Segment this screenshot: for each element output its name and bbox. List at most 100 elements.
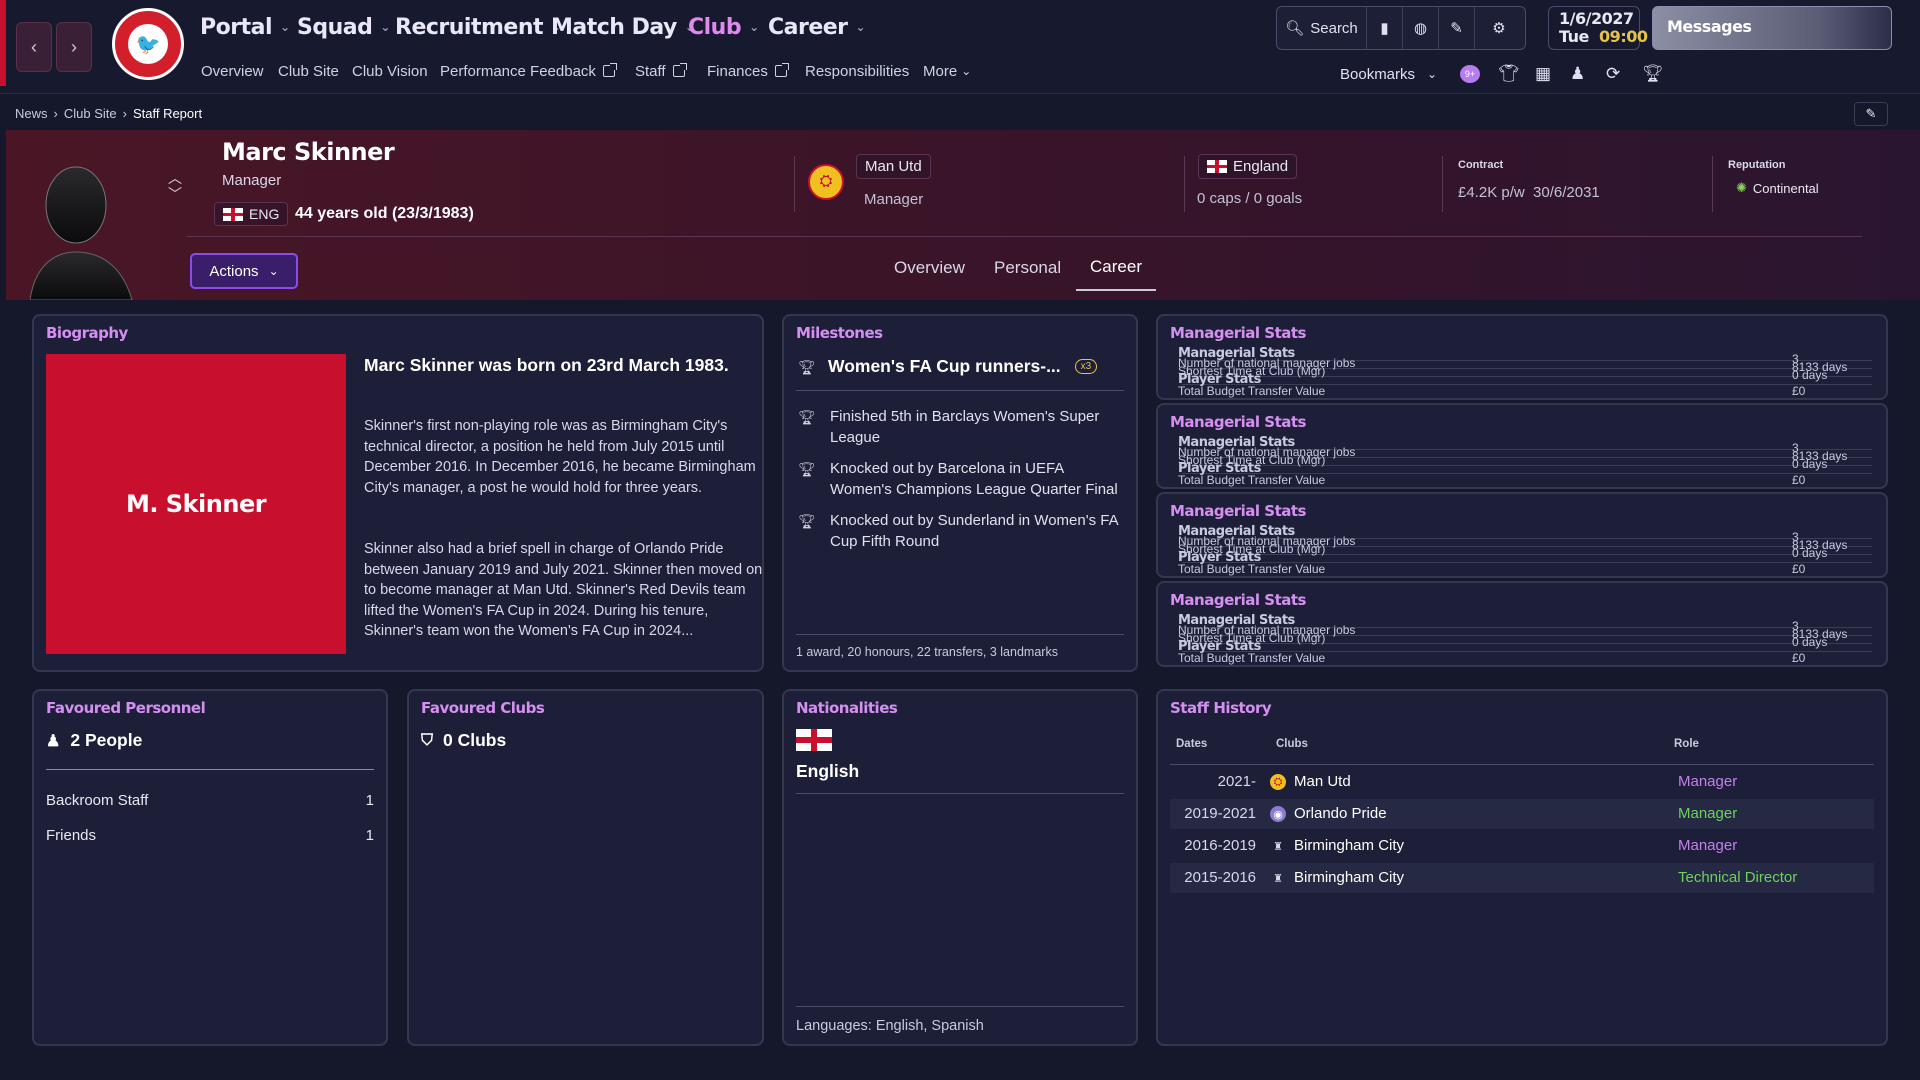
subnav-overview[interactable]: Overview [201,60,264,82]
subnav-club-site[interactable]: Club Site [278,60,339,82]
nationalities-title: Nationalities [796,699,898,717]
milestone-item-text: Knocked out by Sunderland in Women's FA … [830,512,1118,550]
forward-button[interactable]: › [56,22,92,72]
favoured-clubs-title: Favoured Clubs [421,699,545,717]
subnav-responsibilities-label: Responsibilities [805,62,910,80]
shirt-icon: 👕︎ [1498,64,1520,83]
favoured-personnel-title: Favoured Personnel [46,699,206,717]
tab-personal[interactable]: Personal [994,258,1061,278]
club-crest-icon: ♜ [1273,840,1283,853]
chevron-right-icon: › [122,106,127,121]
next-staff-button[interactable]: ﹀ [168,184,182,204]
external-link-icon [774,63,789,77]
chevron-down-icon: ⌄ [268,264,279,278]
nav-squad[interactable]: Squad ⌄ [297,10,390,44]
subnav-staff[interactable]: Staff [635,60,687,82]
tab-overview[interactable]: Overview [894,258,965,278]
list-item-label: Backroom Staff [46,792,149,809]
person-age: 44 years old (23/3/1983) [295,205,474,222]
subnav-performance-feedback[interactable]: Performance Feedback [440,60,617,82]
cell-club[interactable]: Man Utd [1294,773,1351,790]
settings-button[interactable]: ⚙ [1475,7,1523,49]
cell-dates: 2019-2021 [1184,805,1256,822]
bookmark-button[interactable]: ▮ [1367,7,1403,49]
trophy-icon: 🏆︎ [1642,64,1664,83]
nation-club-pill[interactable]: England [1198,154,1298,179]
table-row[interactable]: 2016-2019 ♜ Birmingham City Manager [1170,831,1874,861]
nationality-name: English [796,761,860,781]
tab-career[interactable]: Career [1076,257,1156,291]
nation-pill[interactable]: ENG [214,202,289,226]
column-header-role[interactable]: Role [1674,738,1699,750]
refresh-button[interactable]: ⟳ [1606,62,1620,86]
shield-icon: ⛉ [421,731,434,749]
club-pill[interactable]: Man Utd [856,154,931,179]
divider [796,1006,1124,1007]
divider [796,793,1124,794]
column-header-clubs[interactable]: Clubs [1276,738,1308,750]
chevron-down-icon: ⌄ [380,20,390,34]
stat-value: £0 [1792,562,1806,576]
tab-career-label: Career [1090,257,1142,276]
shirt-button[interactable]: 👕︎ [1498,62,1520,86]
nav-career[interactable]: Career ⌄ [768,10,866,44]
person-silhouette-icon [30,166,133,300]
table-row[interactable]: 2015-2016 ♜ Birmingham City Technical Di… [1170,863,1874,893]
cell-club[interactable]: Birmingham City [1294,869,1404,886]
list-item[interactable]: Backroom Staff 1 [46,792,374,809]
breadcrumb-news[interactable]: News [15,106,48,121]
milestone-item-text: Knocked out by Barcelona in UEFA Women's… [830,460,1118,498]
time-label: 09:00 [1599,27,1648,46]
cell-club[interactable]: Birmingham City [1294,837,1404,854]
cell-club[interactable]: Orlando Pride [1294,805,1387,822]
managerial-stats-title: Managerial Stats [1170,413,1306,431]
nav-match-day[interactable]: Match Day ⌄ [551,10,695,44]
nav-portal[interactable]: Portal ⌄ [200,10,290,44]
chevron-right-icon: › [53,106,58,121]
edit-page-button[interactable]: ✎ [1854,102,1888,126]
nav-recruitment[interactable]: Recruitment ⌄ [395,10,561,44]
subnav-responsibilities[interactable]: Responsibilities [805,60,909,82]
name-card: M. Skinner [46,354,346,654]
divider [794,156,795,212]
subnav-club-vision[interactable]: Club Vision [352,60,428,82]
bookmarks-menu[interactable]: Bookmarks ⌄ [1340,62,1437,86]
tactics-button[interactable]: ▦ [1535,62,1551,86]
chat-icon: 9+ [1460,65,1480,83]
search-button[interactable]: 🔍︎ Search [1277,7,1367,49]
managerial-stats-panel: Managerial Stats Managerial Stats Number… [1156,581,1888,667]
stat-value: 0 days [1792,368,1828,382]
messages-button[interactable]: Messages [1652,6,1892,50]
messages-label: Messages [1667,17,1752,36]
column-header-dates[interactable]: Dates [1176,738,1207,750]
table-row[interactable]: 2019-2021 ◉ Orlando Pride Manager [1170,799,1874,829]
nav-club[interactable]: Club ⌄ [688,10,759,44]
date-time-button[interactable]: 1/6/2027 Tue 09:00 [1548,6,1648,50]
staff-history-title: Staff History [1170,699,1272,717]
trophy-button[interactable]: 🏆︎ [1642,62,1664,86]
header-divider [186,236,1862,237]
subnav-finances[interactable]: Finances [707,60,789,82]
caps-goals: 0 caps / 0 goals [1197,190,1303,207]
back-button[interactable]: ‹ [16,22,52,72]
tab-personal-label: Personal [994,258,1062,277]
chat-button[interactable]: 9+ [1460,62,1480,86]
list-item[interactable]: Friends 1 [46,827,374,844]
edit-button[interactable]: ✎ [1439,7,1475,49]
actions-button[interactable]: Actions ⌄ [190,253,298,289]
robin-icon: 🐦 [128,24,168,64]
table-row[interactable]: 2021- ⛭ Man Utd Manager [1170,767,1874,797]
globe-button[interactable]: ◍ [1403,7,1439,49]
club-color-strip [0,0,6,86]
reputation-text: Continental [1752,180,1819,196]
breadcrumb-club-site[interactable]: Club Site [64,106,117,121]
external-link-icon [602,63,617,77]
subnav-more[interactable]: More ⌄ [923,60,971,82]
club-crest[interactable]: 🐦 [112,8,184,80]
england-flag-icon [223,207,243,221]
list-item-value: 1 [365,827,374,844]
staff-button[interactable]: ♟ [1570,62,1585,86]
subnav-club-site-label: Club Site [278,62,339,80]
breadcrumb: News › Club Site › Staff Report [15,106,202,121]
reputation-star-icon: ✺ [1736,180,1747,195]
